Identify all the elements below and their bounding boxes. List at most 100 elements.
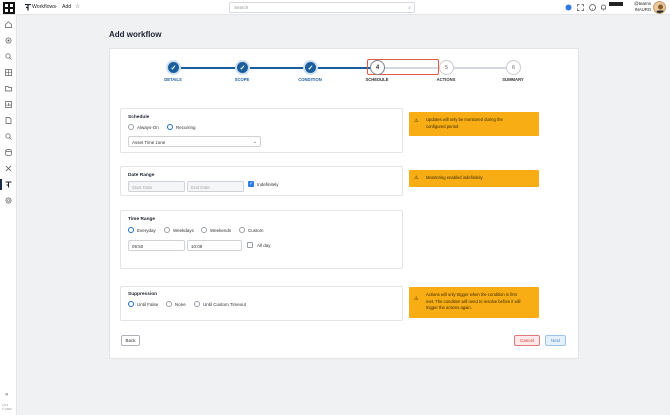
folder-icon[interactable] <box>5 85 12 92</box>
radio-weekends[interactable]: Weekends <box>201 227 231 233</box>
settings-icon[interactable] <box>5 37 12 44</box>
breadcrumb-current: Add <box>62 4 72 10</box>
step-number: 6 <box>511 64 516 71</box>
gear-icon[interactable] <box>5 197 12 204</box>
radio-label: Recurring <box>176 124 196 130</box>
all-day-checkbox[interactable] <box>247 242 253 248</box>
user-name: @teams <box>634 1 651 6</box>
timezone-select[interactable]: Asset Time zone ⌄ <box>128 136 261 147</box>
radio-button[interactable] <box>201 227 207 233</box>
help-icon[interactable] <box>589 4 596 11</box>
radio-button[interactable] <box>128 124 134 130</box>
next-button[interactable]: Next <box>545 335 566 346</box>
search-input[interactable]: Search ⌕ <box>229 2 415 13</box>
step-scope[interactable]: ✓ <box>235 60 250 75</box>
search-icon[interactable] <box>5 53 12 60</box>
indefinitely-checkbox[interactable]: ✓ <box>248 181 254 187</box>
chart-icon[interactable] <box>5 101 12 108</box>
end-time-value: 10:09 <box>191 244 203 249</box>
radio-label: Everyday <box>137 227 156 233</box>
radio-until-custom-timeout[interactable]: Until Custom Timeout <box>194 301 246 307</box>
time-range-section: Time Range Everyday Weekdays Weekends Cu… <box>120 210 403 269</box>
workflow-nav-icon[interactable] <box>5 181 12 188</box>
warning-line: Actions will only trigger when the condi… <box>426 292 517 297</box>
avatar[interactable] <box>653 1 666 14</box>
step-summary[interactable]: 6 <box>506 60 521 75</box>
radio-button[interactable] <box>128 301 134 307</box>
step-condition[interactable]: ✓ <box>303 60 318 75</box>
step-label-details: DETAILS <box>164 77 182 82</box>
expand-sidebar-icon[interactable]: » <box>5 392 8 398</box>
app-logo-icon[interactable] <box>3 2 15 14</box>
back-button[interactable]: Back <box>121 335 140 346</box>
date-range-title: Date Range <box>128 173 155 178</box>
document-icon[interactable] <box>5 117 12 124</box>
home-icon[interactable] <box>5 21 12 28</box>
breadcrumb-separator: › <box>55 3 57 10</box>
radio-until-false[interactable]: Until False <box>128 301 158 307</box>
search-placeholder: Search <box>234 5 249 10</box>
check-icon: ✓ <box>239 64 246 72</box>
radio-none[interactable]: None <box>166 301 186 307</box>
start-date-input[interactable]: Start Date <box>128 181 185 192</box>
cancel-button[interactable]: Cancel <box>514 335 540 346</box>
zoom-icon[interactable] <box>5 133 12 140</box>
start-time-input[interactable]: 09:50 <box>128 240 185 251</box>
top-bar: Workflows › Add ☆ Search ⌕ @teams INAURO <box>0 0 670 15</box>
radio-button[interactable] <box>166 301 172 307</box>
step-actions[interactable]: 5 <box>439 60 454 75</box>
redacted-email <box>609 2 623 6</box>
fullscreen-icon[interactable] <box>577 4 584 11</box>
radio-everyday[interactable]: Everyday <box>128 227 156 233</box>
radio-button[interactable] <box>194 301 200 307</box>
radio-label: Always-On <box>137 124 159 130</box>
notifications-icon[interactable] <box>600 4 607 11</box>
all-day-label: All day <box>257 242 271 248</box>
indefinitely-label: Indefinitely <box>257 181 279 187</box>
end-time-input[interactable]: 10:09 <box>187 240 242 251</box>
warning-icon: ⚠ <box>414 118 419 124</box>
star-icon[interactable]: ☆ <box>75 3 80 10</box>
date-range-section: Date Range Start Date End Date ✓ Indefin… <box>120 166 403 196</box>
tools-icon[interactable] <box>5 165 12 172</box>
step-label-schedule: SCHEDULE <box>365 77 389 82</box>
schedule-title: Schedule <box>128 115 150 120</box>
start-date-placeholder: Start Date <box>132 185 153 190</box>
suppression-section: Suppression Until False None Until Custo… <box>120 286 403 321</box>
database-icon[interactable] <box>5 149 12 156</box>
version-line2: © 2024 <box>2 406 12 411</box>
radio-label: Until False <box>137 301 159 307</box>
warning-text: Monitoring enabled indefinitely <box>426 175 483 182</box>
avatar-face-icon <box>656 4 665 13</box>
list-icon[interactable] <box>5 69 12 76</box>
warning-line: Monitoring enabled indefinitely <box>426 175 483 180</box>
warning-line: trigger the actions again. <box>426 305 472 310</box>
user-menu[interactable]: @teams INAURO <box>609 1 651 13</box>
warning-icon: ⚠ <box>414 296 419 302</box>
workflow-icon <box>25 4 31 11</box>
end-date-input[interactable]: End Date <box>187 181 244 192</box>
schedule-section: Schedule Always-On Recurring Asset Time … <box>120 108 403 153</box>
warning-text: Updates will only be monitored during th… <box>426 117 503 130</box>
page-title: Add workflow <box>109 30 162 39</box>
radio-button[interactable] <box>164 227 170 233</box>
step-number: 5 <box>444 64 449 71</box>
sidebar: » v.0.1 © 2024 <box>0 15 17 415</box>
radio-custom[interactable]: Custom <box>239 227 264 233</box>
radio-always-on[interactable]: Always-On <box>128 124 159 130</box>
check-icon: ✓ <box>170 64 177 72</box>
radio-button[interactable] <box>239 227 245 233</box>
radio-label: Until Custom Timeout <box>203 301 247 307</box>
check-icon: ✓ <box>307 64 314 72</box>
start-time-value: 09:50 <box>132 244 144 249</box>
breadcrumb-workflows[interactable]: Workflows <box>32 4 56 10</box>
status-icon[interactable] <box>565 4 572 11</box>
radio-button[interactable] <box>128 227 134 233</box>
step-label-condition: CONDITION <box>298 77 322 82</box>
radio-button[interactable] <box>167 124 173 130</box>
radio-weekdays[interactable]: Weekdays <box>164 227 194 233</box>
radio-recurring[interactable]: Recurring <box>167 124 196 130</box>
step-details[interactable]: ✓ <box>166 60 181 75</box>
time-range-title: Time Range <box>128 217 156 222</box>
step-schedule[interactable]: 4 <box>370 60 385 75</box>
